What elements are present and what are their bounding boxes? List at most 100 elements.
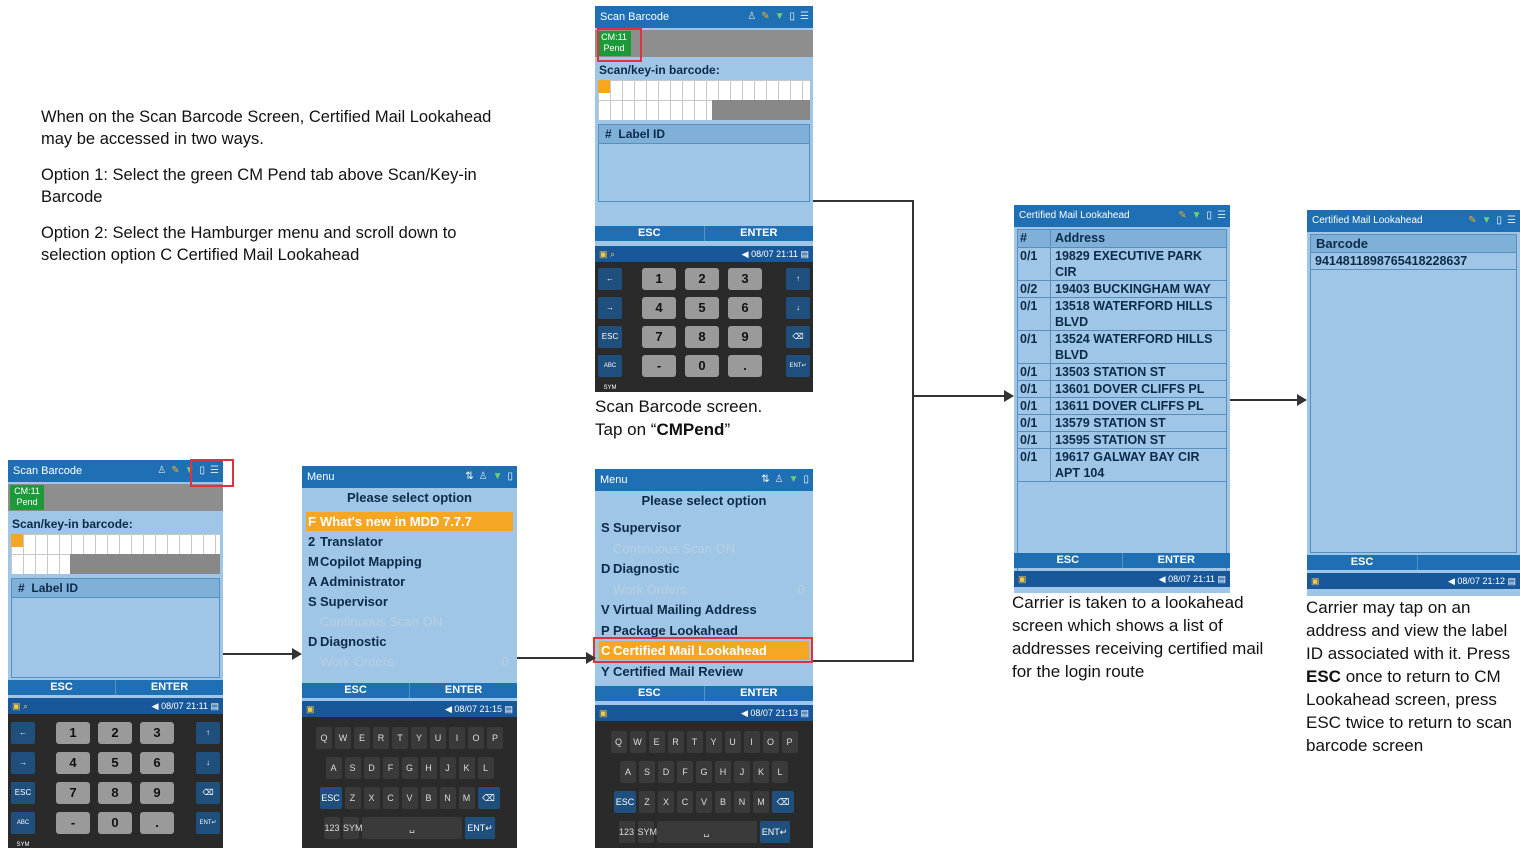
abc-sym-key[interactable]: ABC SYM: [598, 355, 622, 391]
enter-key[interactable]: ENT↵: [196, 812, 220, 834]
key-z[interactable]: Z: [344, 787, 361, 809]
label-id-list[interactable]: [11, 598, 220, 678]
key-u[interactable]: U: [430, 727, 446, 749]
key-j[interactable]: J: [734, 761, 750, 783]
key-dash[interactable]: -: [56, 812, 90, 834]
key-c[interactable]: C: [677, 791, 693, 813]
key-s[interactable]: S: [344, 757, 361, 779]
key-x[interactable]: X: [658, 791, 674, 813]
key-m[interactable]: M: [458, 787, 475, 809]
key-2[interactable]: 2: [685, 268, 719, 290]
key-space[interactable]: ␣: [656, 821, 757, 843]
enter-button[interactable]: ENTER: [703, 226, 814, 241]
key-r[interactable]: R: [667, 731, 684, 753]
key-m[interactable]: M: [753, 791, 769, 813]
key-123[interactable]: 123: [324, 817, 340, 839]
key-u[interactable]: U: [724, 731, 741, 753]
key-1[interactable]: 1: [642, 268, 676, 290]
address-row[interactable]: 0/1 19829 EXECUTIVE PARK CIR: [1018, 248, 1226, 281]
camera-icon[interactable]: ▣: [1018, 571, 1027, 587]
address-row[interactable]: 0/1 13579 STATION ST: [1018, 415, 1226, 432]
right-arrow-key[interactable]: →: [598, 297, 622, 319]
camera-icon[interactable]: ▣: [306, 701, 315, 717]
key-3[interactable]: 3: [140, 722, 174, 744]
left-arrow-key[interactable]: ←: [598, 268, 622, 290]
key-w[interactable]: W: [629, 731, 646, 753]
key-backspace[interactable]: ⌫: [477, 787, 500, 809]
key-space[interactable]: ␣: [362, 817, 462, 839]
esc-button[interactable]: ESC: [8, 680, 115, 695]
key-4[interactable]: 4: [642, 297, 676, 319]
key-p[interactable]: P: [487, 727, 503, 749]
address-row[interactable]: 0/1 13611 DOVER CLIFFS PL: [1018, 398, 1226, 415]
address-row[interactable]: 0/1 19617 GALWAY BAY CIR APT 104: [1018, 449, 1226, 482]
address-row[interactable]: 0/1 13524 WATERFORD HILLS BLVD: [1018, 331, 1226, 364]
key-l[interactable]: L: [477, 757, 494, 779]
key-dot[interactable]: .: [728, 355, 762, 377]
key-9[interactable]: 9: [728, 326, 762, 348]
key-y[interactable]: Y: [705, 731, 722, 753]
menu-item-diagnostic[interactable]: D Diagnostic: [306, 632, 513, 651]
menu-item-whats-new[interactable]: F What's new in MDD 7.7.7: [306, 512, 513, 531]
esc-button[interactable]: ESC: [595, 226, 704, 241]
key-l[interactable]: L: [772, 761, 788, 783]
enter-button[interactable]: ENTER: [1121, 553, 1231, 568]
backspace-key[interactable]: ⌫: [786, 326, 810, 348]
esc-button[interactable]: ESC: [1014, 553, 1122, 568]
key-7[interactable]: 7: [642, 326, 676, 348]
key-7[interactable]: 7: [56, 782, 90, 804]
key-y[interactable]: Y: [411, 727, 427, 749]
key-d[interactable]: D: [363, 757, 380, 779]
key-backspace[interactable]: ⌫: [772, 791, 794, 813]
menu-item-administrator[interactable]: A Administrator: [306, 572, 513, 591]
esc-button[interactable]: ESC: [1307, 555, 1417, 570]
key-c[interactable]: C: [382, 787, 399, 809]
key-8[interactable]: 8: [685, 326, 719, 348]
key-j[interactable]: J: [439, 757, 456, 779]
key-r[interactable]: R: [373, 727, 389, 749]
hamburger-menu-icon[interactable]: ☰: [1217, 205, 1226, 227]
enter-key[interactable]: ENT↵: [786, 355, 810, 377]
key-e[interactable]: E: [648, 731, 665, 753]
key-1[interactable]: 1: [56, 722, 90, 744]
down-arrow-key[interactable]: ↓: [196, 752, 220, 774]
menu-item-certified-mail-review[interactable]: Y Certified Mail Review: [599, 662, 809, 681]
key-a[interactable]: A: [325, 757, 342, 779]
key-i[interactable]: I: [449, 727, 465, 749]
key-4[interactable]: 4: [56, 752, 90, 774]
key-s[interactable]: S: [639, 761, 655, 783]
camera-icon[interactable]: ▣: [1311, 573, 1320, 589]
key-q[interactable]: Q: [316, 727, 332, 749]
key-t[interactable]: T: [686, 731, 703, 753]
key-0[interactable]: 0: [98, 812, 132, 834]
key-o[interactable]: O: [468, 727, 484, 749]
esc-button[interactable]: ESC: [302, 683, 409, 698]
key-enter[interactable]: ENT↵: [759, 821, 790, 843]
key-6[interactable]: 6: [728, 297, 762, 319]
key-2[interactable]: 2: [98, 722, 132, 744]
cm-pend-tab[interactable]: CM:11 Pend: [10, 485, 44, 510]
key-5[interactable]: 5: [685, 297, 719, 319]
key-8[interactable]: 8: [98, 782, 132, 804]
camera-icon[interactable]: ▣: [599, 705, 608, 721]
key-b[interactable]: B: [715, 791, 731, 813]
key-i[interactable]: I: [743, 731, 760, 753]
enter-button[interactable]: ENTER: [409, 683, 517, 698]
esc-button[interactable]: ESC: [595, 686, 704, 701]
up-arrow-key[interactable]: ↑: [786, 268, 810, 290]
esc-key[interactable]: ESC: [11, 782, 35, 804]
key-f[interactable]: F: [677, 761, 693, 783]
key-6[interactable]: 6: [140, 752, 174, 774]
key-h[interactable]: H: [420, 757, 437, 779]
key-h[interactable]: H: [715, 761, 731, 783]
key-sym[interactable]: SYM: [637, 821, 657, 843]
key-e[interactable]: E: [354, 727, 370, 749]
right-arrow-key[interactable]: →: [11, 752, 35, 774]
address-row[interactable]: 0/2 19403 BUCKINGHAM WAY: [1018, 281, 1226, 298]
up-arrow-key[interactable]: ↑: [196, 722, 220, 744]
down-arrow-key[interactable]: ↓: [786, 297, 810, 319]
backspace-key[interactable]: ⌫: [196, 782, 220, 804]
menu-item-supervisor[interactable]: S Supervisor: [599, 518, 809, 537]
enter-button[interactable]: ENTER: [115, 680, 223, 695]
key-0[interactable]: 0: [685, 355, 719, 377]
